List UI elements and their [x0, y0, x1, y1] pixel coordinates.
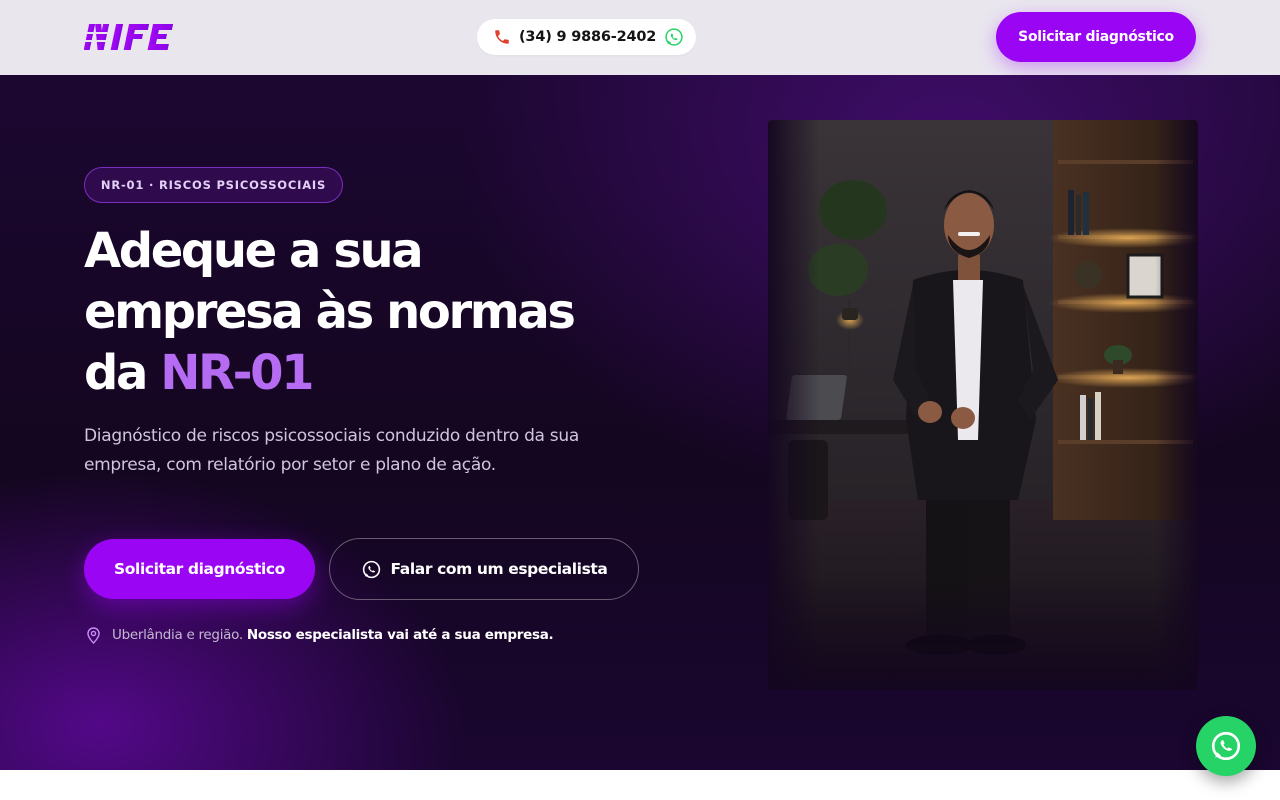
office-scene-illustration	[768, 120, 1198, 690]
phone-contact-pill[interactable]: (34) 9 9886-2402	[477, 19, 696, 55]
headline-line-1: Adeque a sua	[84, 223, 424, 279]
headline-line-2: empresa às normas	[84, 284, 576, 340]
location-region: Uberlândia e região.	[112, 627, 243, 643]
hero-subtext: Diagnóstico de riscos psicossociais cond…	[84, 426, 579, 475]
hero-headline: Adeque a sua empresa às normas da NR-01	[84, 221, 684, 404]
location-note: Uberlândia e região. Nosso especialista …	[84, 625, 644, 645]
talk-to-specialist-button[interactable]: Falar com um especialista	[329, 538, 639, 600]
header-cta-button[interactable]: Solicitar diagnóstico	[996, 12, 1196, 62]
talk-to-specialist-label: Falar com um especialista	[390, 560, 608, 578]
whatsapp-icon	[362, 560, 380, 578]
request-diagnosis-button[interactable]: Solicitar diagnóstico	[84, 539, 315, 599]
nife-logo[interactable]	[84, 20, 180, 54]
floating-whatsapp-button[interactable]	[1196, 716, 1256, 776]
hero-section: NR-01 · RISCOS PSICOSSOCIAIS Adeque a su…	[0, 75, 1280, 770]
next-section-edge	[0, 770, 1280, 800]
phone-number: (34) 9 9886-2402	[519, 29, 657, 45]
headline-line-3-prefix: da	[84, 345, 161, 401]
location-visit-note: Nosso especialista vai até a sua empresa…	[246, 627, 554, 643]
phone-icon	[495, 30, 509, 44]
location-pin-icon	[87, 626, 100, 644]
whatsapp-icon	[1211, 731, 1241, 761]
whatsapp-icon	[665, 28, 683, 46]
nr01-badge: NR-01 · RISCOS PSICOSSOCIAIS	[84, 167, 343, 203]
headline-accent: NR-01	[160, 345, 314, 401]
specialist-photo	[768, 120, 1198, 690]
site-header: (34) 9 9886-2402 Solicitar diagnóstico	[0, 0, 1280, 75]
